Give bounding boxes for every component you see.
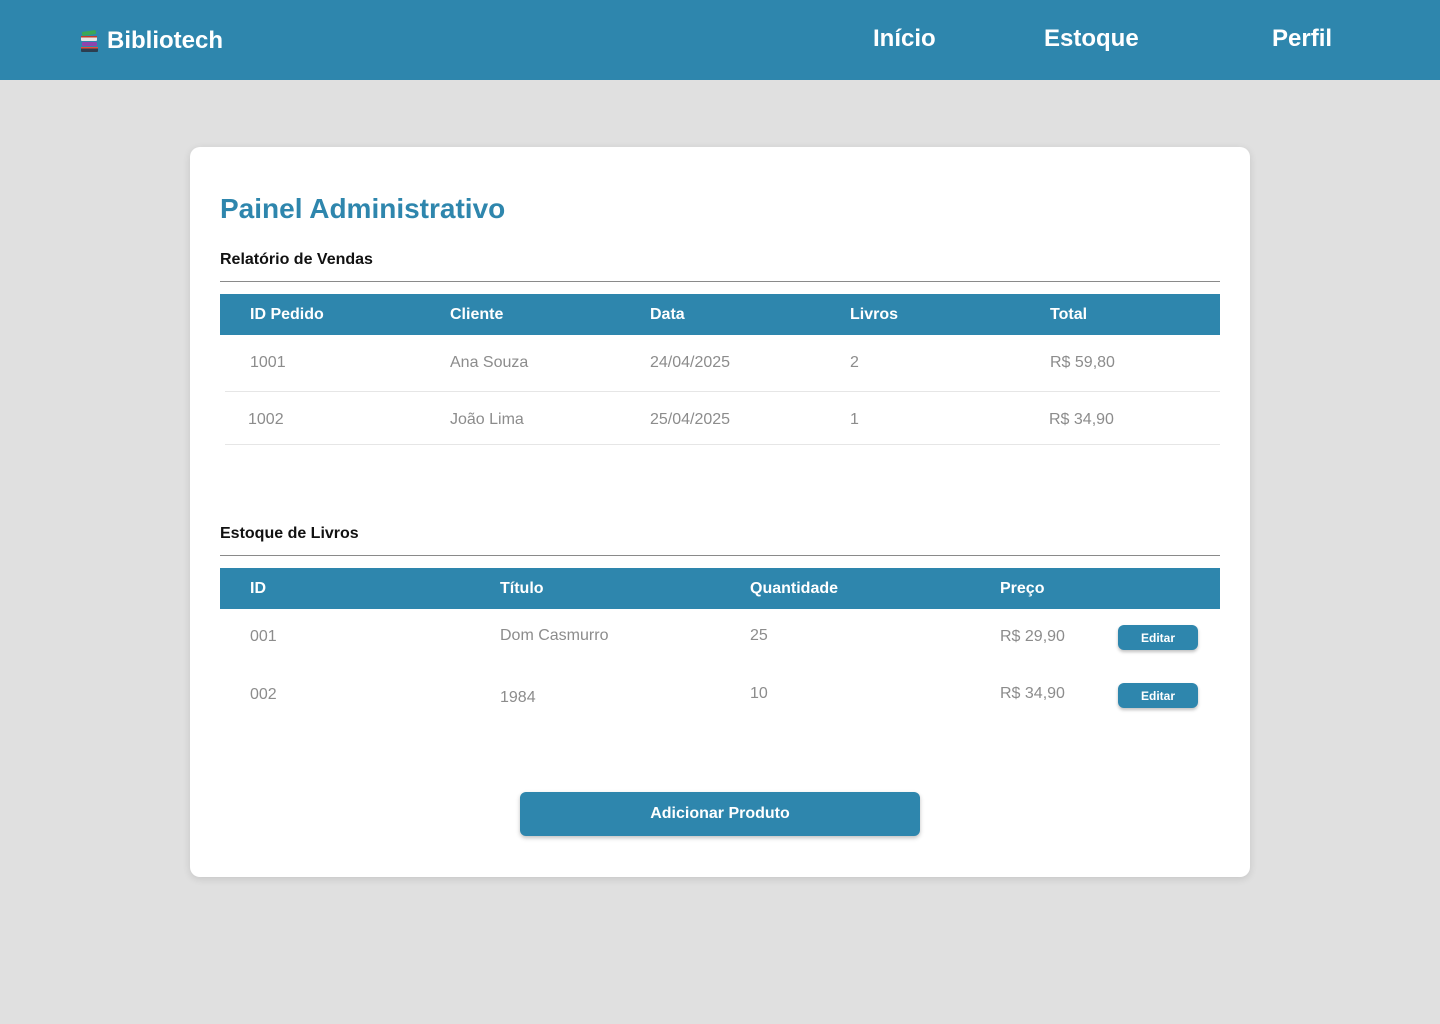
sales-cell-livros: 2 — [850, 354, 859, 371]
top-navbar: Bibliotech Início Estoque Perfil — [0, 0, 1440, 80]
sales-cell-total: R$ 59,80 — [1050, 354, 1115, 371]
stock-title: Estoque de Livros — [220, 525, 359, 542]
edit-button[interactable]: Editar — [1118, 625, 1198, 650]
sales-col-cliente: Cliente — [450, 306, 504, 323]
stock-divider — [220, 555, 1220, 556]
brand-name: Bibliotech — [107, 27, 224, 54]
sales-cell-livros: 1 — [850, 411, 859, 428]
stock-cell-titulo: Dom Casmurro — [500, 627, 609, 644]
add-product-button[interactable]: Adicionar Produto — [520, 792, 920, 836]
sales-row: 1002 João Lima 25/04/2025 1 R$ 34,90 — [220, 392, 1220, 445]
sales-col-livros: Livros — [850, 306, 899, 323]
sales-report-title: Relatório de Vendas — [220, 251, 373, 268]
stock-row: 002 1984 10 R$ 34,90 Editar — [220, 667, 1220, 725]
sales-col-total: Total — [1050, 306, 1088, 323]
stock-cell-titulo: 1984 — [500, 689, 536, 706]
sales-row: 1001 Ana Souza 24/04/2025 2 R$ 59,80 — [220, 335, 1220, 392]
sales-cell-data: 24/04/2025 — [650, 354, 731, 371]
page-title: Painel Administrativo — [220, 193, 506, 224]
sales-col-data: Data — [650, 306, 685, 323]
sales-cell-id: 1002 — [248, 411, 284, 428]
stock-col-quantidade: Quantidade — [750, 580, 839, 597]
nav-perfil[interactable]: Perfil — [1272, 25, 1332, 53]
edit-button[interactable]: Editar — [1118, 683, 1198, 708]
sales-cell-cliente: Ana Souza — [450, 354, 529, 371]
stock-table-header: ID Título Quantidade Preço — [220, 568, 1220, 609]
row-divider — [225, 444, 1220, 445]
brand[interactable]: Bibliotech — [79, 27, 223, 55]
stock-cell-id: 001 — [250, 628, 277, 645]
nav-estoque[interactable]: Estoque — [1044, 25, 1139, 53]
stock-cell-preco: R$ 29,90 — [1000, 628, 1065, 645]
sales-table-header: ID Pedido Cliente Data Livros Total — [220, 294, 1220, 335]
stock-cell-preco: R$ 34,90 — [1000, 685, 1065, 702]
admin-panel-card: Painel Administrativo Relatório de Venda… — [190, 147, 1250, 877]
sales-divider — [220, 281, 1220, 282]
stock-cell-quantidade: 10 — [750, 685, 768, 702]
nav-inicio[interactable]: Início — [873, 25, 936, 53]
sales-cell-id: 1001 — [250, 354, 286, 371]
stock-col-preco: Preço — [1000, 580, 1045, 597]
books-icon — [79, 29, 101, 53]
sales-col-id: ID Pedido — [250, 306, 324, 323]
stock-col-id: ID — [250, 580, 266, 597]
stock-col-titulo: Título — [500, 580, 544, 597]
sales-cell-total: R$ 34,90 — [1049, 411, 1114, 428]
stock-cell-id: 002 — [250, 686, 277, 703]
stock-cell-quantidade: 25 — [750, 627, 768, 644]
sales-cell-cliente: João Lima — [450, 411, 524, 428]
stock-row: 001 Dom Casmurro 25 R$ 29,90 Editar — [220, 609, 1220, 667]
sales-cell-data: 25/04/2025 — [650, 411, 731, 428]
